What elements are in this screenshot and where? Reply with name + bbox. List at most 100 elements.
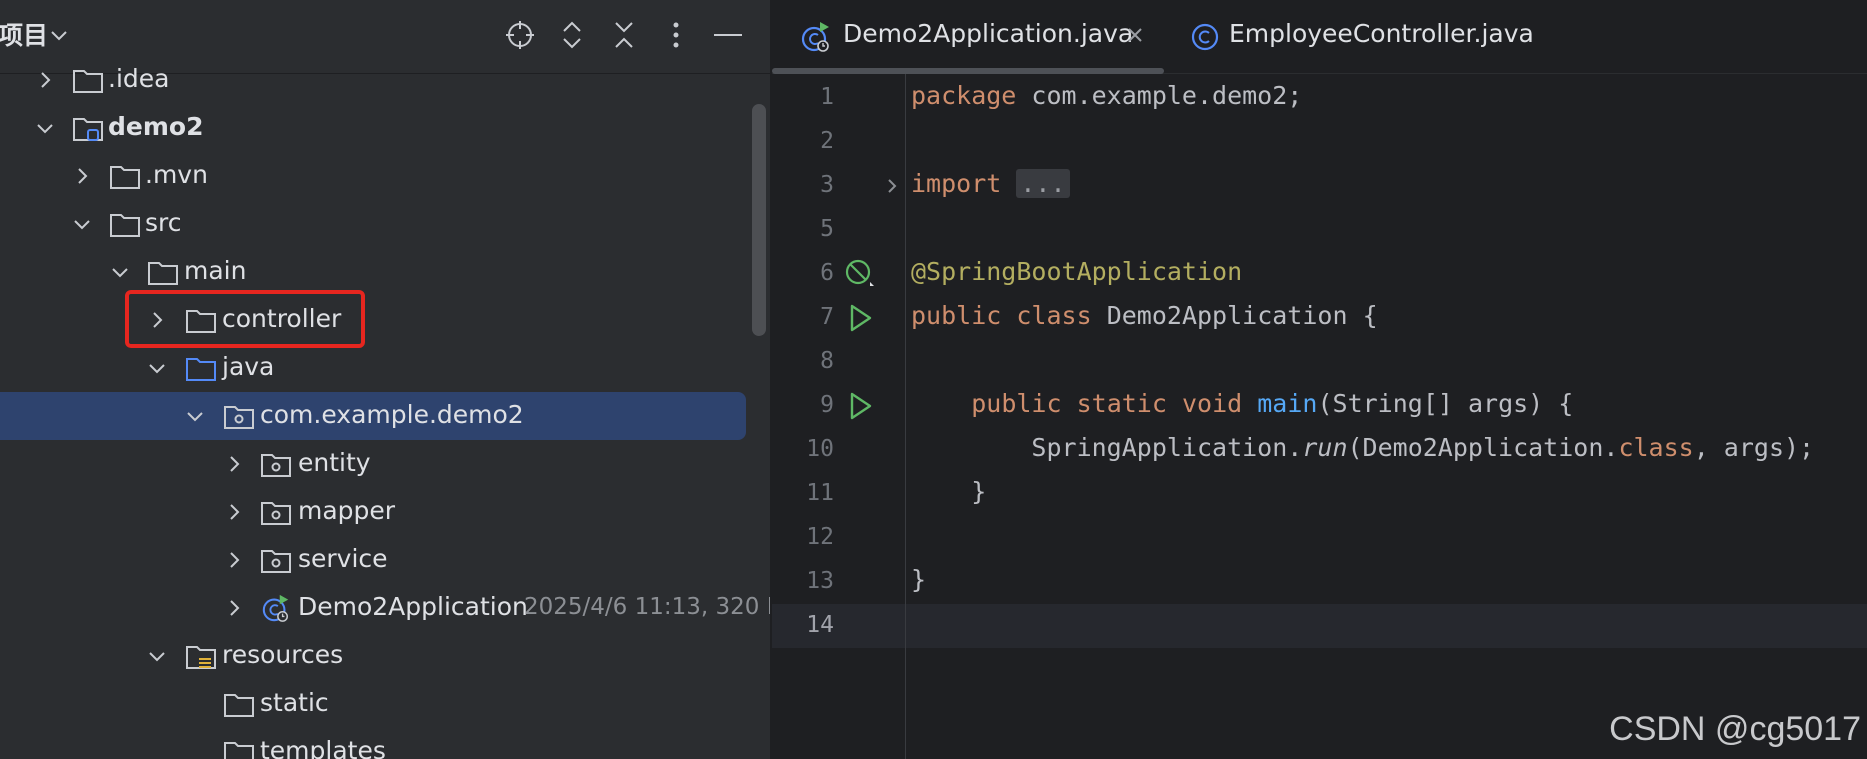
tree-item-label: entity xyxy=(298,448,371,477)
folder-icon xyxy=(224,694,254,717)
tree-item-src[interactable]: src xyxy=(0,200,770,248)
editor-gutter: 1 2 3 5 6 7 8 9 10 11 12 13 14 xyxy=(772,74,906,759)
line-number: 10 xyxy=(806,436,834,462)
locate-icon[interactable] xyxy=(500,15,540,55)
code-line-1: package com.example.demo2; xyxy=(911,74,1302,118)
folded-imports[interactable]: ... xyxy=(1016,169,1070,198)
tree-item-label: com.example.demo2 xyxy=(260,400,524,429)
code-token: (Demo2Application. xyxy=(1347,433,1619,462)
chevron-right-icon[interactable] xyxy=(70,164,94,188)
code-token: } xyxy=(911,477,987,506)
line-number: 3 xyxy=(820,172,834,198)
tree-item-label: src xyxy=(145,208,182,237)
code-token: main xyxy=(1257,389,1318,418)
package-icon xyxy=(261,502,291,525)
spring-bean-icon[interactable] xyxy=(844,258,876,290)
run-icon[interactable] xyxy=(844,390,876,422)
tree-item-demo2[interactable]: demo2 xyxy=(0,104,770,152)
line-number: 1 xyxy=(820,84,834,110)
spring-class-icon xyxy=(262,594,289,622)
run-icon[interactable] xyxy=(844,302,876,334)
chevron-right-icon[interactable] xyxy=(222,500,246,524)
code-line-10: SpringApplication.run(Demo2Application.c… xyxy=(911,426,1814,470)
code-token: com.example.demo2; xyxy=(1016,81,1303,110)
file-meta: 2025/4/6 11:13, 320 B 3 xyxy=(524,594,770,620)
code-line-13: } xyxy=(911,558,926,602)
code-line-6: @SpringBootApplication xyxy=(911,250,1242,294)
tree-item-service[interactable]: service xyxy=(0,536,770,584)
line-number: 6 xyxy=(820,260,834,286)
tree-item-com-example-demo2[interactable]: com.example.demo2 xyxy=(0,392,770,440)
folder-icon xyxy=(110,166,140,189)
code-token: import xyxy=(911,169,1002,198)
line-number: 5 xyxy=(820,216,834,242)
line-number: 7 xyxy=(820,304,834,330)
fold-expand-icon[interactable] xyxy=(882,176,902,196)
line-number: 11 xyxy=(806,480,834,506)
code-line-9: public static void main(String[] args) { xyxy=(911,382,1573,426)
chevron-down-icon[interactable] xyxy=(33,116,57,140)
editor-tab-bar: Demo2Application.java EmployeeController… xyxy=(772,0,1867,74)
chevron-down-icon[interactable] xyxy=(108,260,132,284)
code-token: public xyxy=(911,301,1002,330)
chevron-down-icon[interactable] xyxy=(183,404,207,428)
tree-item-resources[interactable]: resources xyxy=(0,632,770,680)
tab-label: Demo2Application.java xyxy=(843,19,1134,48)
chevron-down-icon[interactable] xyxy=(145,356,169,380)
tree-item-label: templates xyxy=(260,736,386,759)
chevron-down-icon[interactable] xyxy=(145,644,169,668)
line-number: 9 xyxy=(820,392,834,418)
tree-scrollbar[interactable] xyxy=(752,104,766,336)
chevron-right-icon[interactable] xyxy=(33,68,57,92)
tree-item-entity[interactable]: entity xyxy=(0,440,770,488)
tree-item-templates[interactable]: templates xyxy=(0,728,770,759)
panel-title[interactable]: 项目 xyxy=(0,16,48,52)
tree-item-label: main xyxy=(184,256,247,285)
tree-item-idea[interactable]: .idea xyxy=(0,56,770,104)
chevron-down-icon[interactable] xyxy=(70,212,94,236)
tree-item-java[interactable]: java xyxy=(0,344,770,392)
tab-employeecontroller[interactable]: EmployeeController.java xyxy=(1188,0,1548,74)
code-token: Demo2Application { xyxy=(1091,301,1378,330)
hide-icon[interactable] xyxy=(708,15,748,55)
folder-icon xyxy=(148,262,178,285)
code-line-3: import ... xyxy=(911,162,1070,206)
package-icon xyxy=(261,550,291,573)
tree-item-mvn[interactable]: .mvn xyxy=(0,152,770,200)
tree-item-mapper[interactable]: mapper xyxy=(0,488,770,536)
tree-item-demo2application[interactable]: Demo2Application 2025/4/6 11:13, 320 B 3 xyxy=(0,584,770,632)
chevron-down-icon[interactable] xyxy=(48,24,70,46)
tree-item-label: service xyxy=(298,544,388,573)
tree-item-label: .idea xyxy=(108,64,170,93)
expand-all-icon[interactable] xyxy=(552,15,592,55)
chevron-right-icon[interactable] xyxy=(222,452,246,476)
collapse-all-icon[interactable] xyxy=(604,15,644,55)
package-icon xyxy=(224,406,254,429)
close-icon[interactable] xyxy=(1122,22,1148,48)
options-icon[interactable] xyxy=(656,15,696,55)
class-icon xyxy=(1191,23,1219,51)
watermark: CSDN @cg5017 xyxy=(1609,710,1861,748)
tree-item-static[interactable]: static xyxy=(0,680,770,728)
line-number: 14 xyxy=(806,612,834,638)
tab-demo2application[interactable]: Demo2Application.java xyxy=(772,0,1169,74)
chevron-right-icon[interactable] xyxy=(222,596,246,620)
tree-item-label: Demo2Application xyxy=(298,592,528,621)
source-folder-icon xyxy=(186,358,216,381)
tree-item-main[interactable]: main xyxy=(0,248,770,296)
tree-item-label: demo2 xyxy=(108,112,204,141)
code-token: static xyxy=(1076,389,1167,418)
tree-item-controller[interactable]: controller xyxy=(0,296,770,344)
code-token: @SpringBootApplication xyxy=(911,257,1243,286)
code-token: , args); xyxy=(1693,433,1815,462)
current-line-highlight xyxy=(772,604,1867,648)
code-token: SpringApplication. xyxy=(911,433,1303,462)
chevron-right-icon[interactable] xyxy=(222,548,246,572)
code-token: (String[] args) { xyxy=(1317,389,1574,418)
tree-item-label: .mvn xyxy=(145,160,208,189)
code-token: class xyxy=(1016,301,1092,330)
module-folder-icon xyxy=(73,118,103,141)
code-token: run xyxy=(1302,433,1348,462)
line-number: 13 xyxy=(806,568,834,594)
